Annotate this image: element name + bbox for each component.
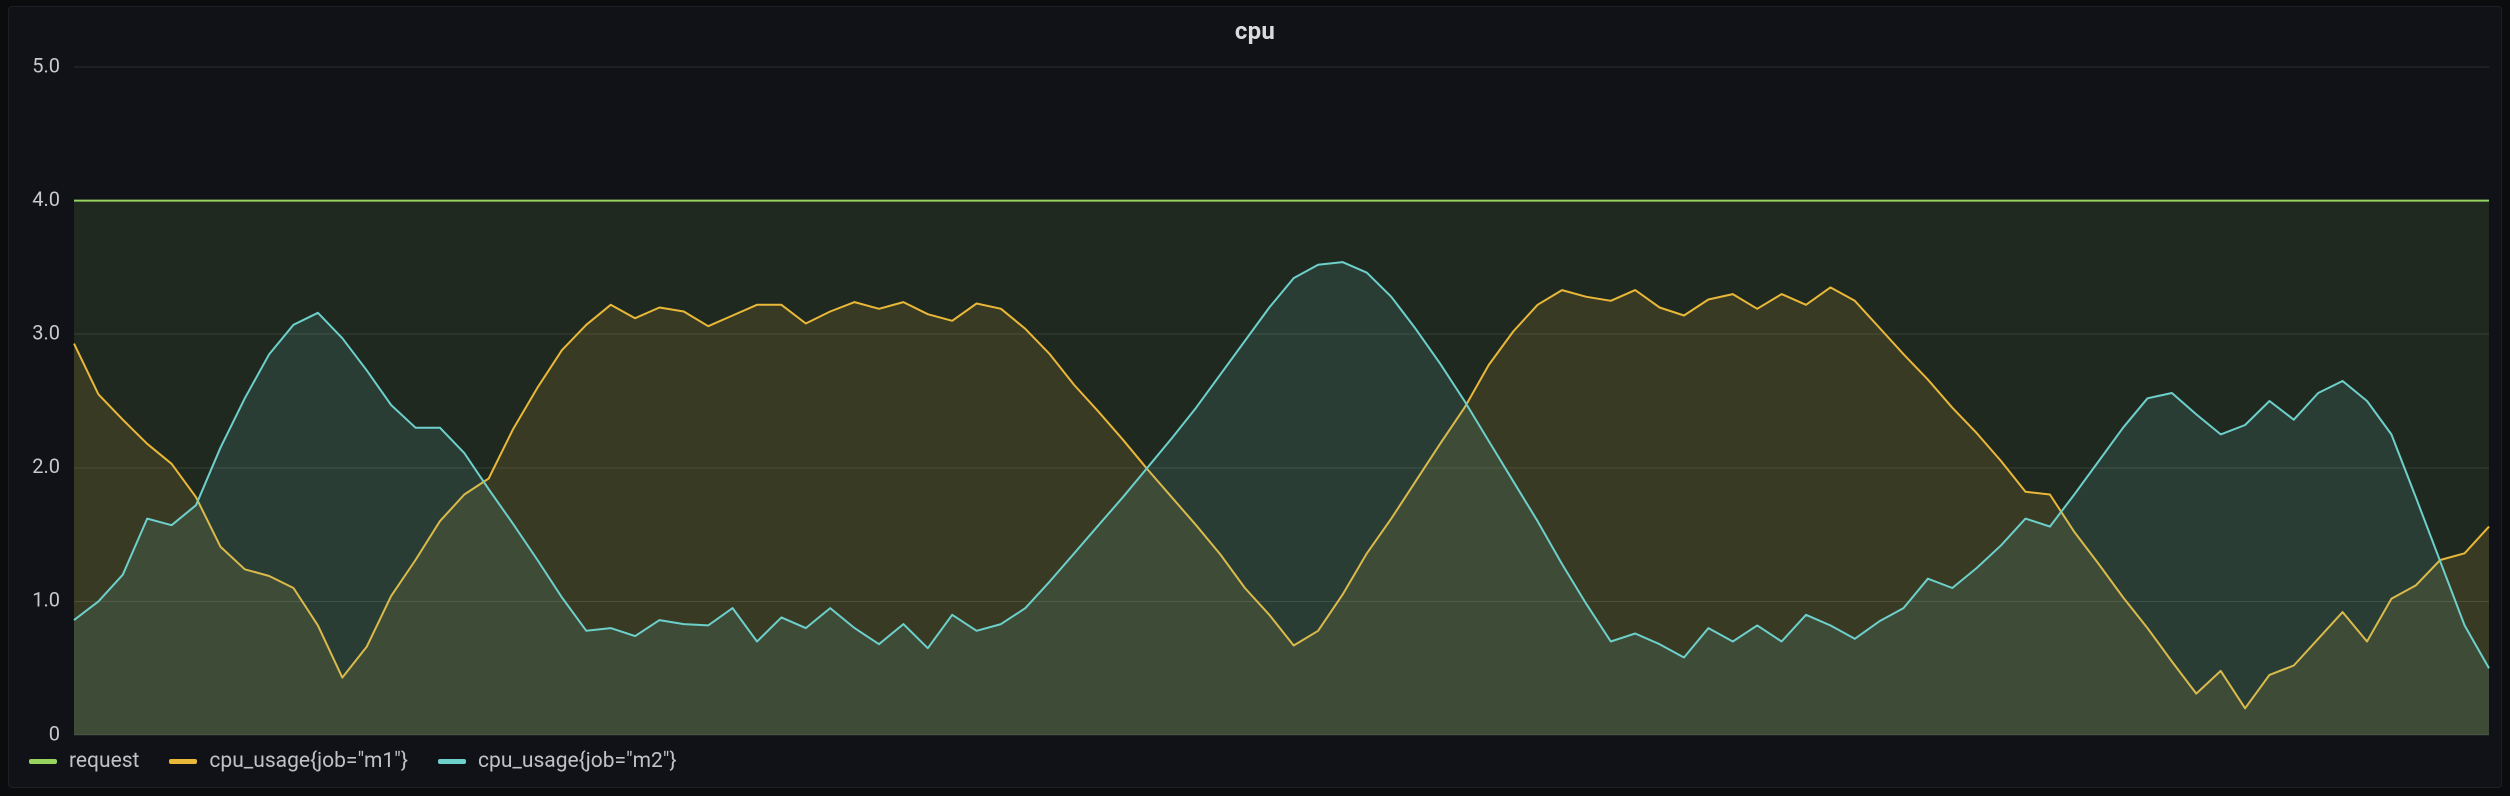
y-tick-label: 3.0	[32, 320, 60, 344]
y-tick-label: 2.0	[32, 454, 60, 478]
legend-label: cpu_usage{job="m2"}	[478, 749, 677, 773]
legend-swatch	[169, 759, 197, 764]
chart-plot-area[interactable]: 0 1.0 2.0 3.0 4.0 5.0	[9, 49, 2501, 741]
legend-swatch	[438, 759, 466, 764]
legend-item-m1[interactable]: cpu_usage{job="m1"}	[169, 749, 408, 773]
y-tick-label: 0	[49, 721, 60, 741]
legend-item-m2[interactable]: cpu_usage{job="m2"}	[438, 749, 677, 773]
legend-label: request	[69, 749, 139, 773]
y-tick-label: 4.0	[32, 187, 60, 211]
y-tick-label: 5.0	[32, 53, 60, 77]
legend-label: cpu_usage{job="m1"}	[209, 749, 408, 773]
chart-panel: cpu 0 1.0 2.0 3.0 4.0 5.0 request cpu_usage{jo…	[8, 6, 2502, 788]
chart-svg: 0 1.0 2.0 3.0 4.0 5.0	[9, 49, 2501, 741]
legend-swatch	[29, 759, 57, 764]
chart-legend: request cpu_usage{job="m1"} cpu_usage{job=…	[9, 741, 2501, 787]
y-tick-label: 1.0	[32, 588, 60, 612]
legend-item-request[interactable]: request	[29, 749, 139, 773]
chart-title: cpu	[9, 7, 2501, 49]
